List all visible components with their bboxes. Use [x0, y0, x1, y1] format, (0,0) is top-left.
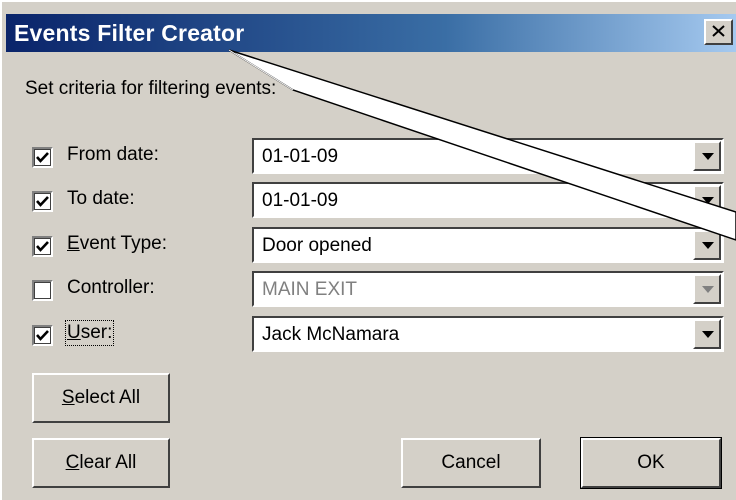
- check-icon: [36, 196, 49, 207]
- chevron-down-icon: [702, 242, 714, 249]
- clear-all-button[interactable]: Clear All: [32, 438, 170, 488]
- to-date-value: 01-01-09: [262, 190, 339, 211]
- chevron-down-icon: [702, 153, 714, 160]
- event-type-label[interactable]: Event Type:: [67, 233, 167, 255]
- cancel-button[interactable]: Cancel: [401, 438, 541, 488]
- controller-checkbox[interactable]: [32, 280, 53, 301]
- select-all-mnemonic: S: [61, 387, 75, 408]
- event-type-mnemonic: E: [67, 233, 80, 254]
- from-date-dropdown-button[interactable]: [693, 141, 721, 171]
- to-date-checkbox[interactable]: [32, 191, 53, 212]
- event-type-dropdown-button[interactable]: [693, 230, 721, 260]
- from-date-checkbox[interactable]: [32, 147, 53, 168]
- check-icon: [36, 330, 49, 341]
- from-date-combo[interactable]: 01-01-09: [252, 138, 724, 174]
- select-all-label: elect All: [74, 387, 141, 408]
- clear-all-label: lear All: [79, 452, 137, 473]
- to-date-label[interactable]: To date:: [67, 188, 135, 210]
- from-date-value: 01-01-09: [262, 146, 339, 167]
- user-checkbox[interactable]: [32, 325, 53, 346]
- chevron-down-icon: [702, 286, 714, 293]
- user-dropdown-button[interactable]: [693, 319, 721, 349]
- chevron-down-icon: [702, 197, 714, 204]
- controller-value: MAIN EXIT: [262, 279, 358, 300]
- instructions-text: Set criteria for filtering events:: [25, 78, 277, 99]
- event-type-checkbox[interactable]: [32, 236, 53, 257]
- controller-combo[interactable]: MAIN EXIT: [252, 271, 724, 307]
- event-type-combo[interactable]: Door opened: [252, 227, 724, 263]
- dialog-window: Events Filter Creator Set criteria for f…: [0, 0, 736, 500]
- check-icon: [36, 152, 49, 163]
- select-all-button[interactable]: Select All: [32, 373, 170, 423]
- clear-all-mnemonic: C: [65, 452, 80, 473]
- check-icon: [36, 241, 49, 252]
- title-bar[interactable]: Events Filter Creator: [6, 14, 736, 52]
- event-type-label-rest: vent Type:: [79, 233, 168, 254]
- user-label-rest: ser:: [80, 322, 113, 343]
- window-title: Events Filter Creator: [14, 20, 245, 46]
- user-label[interactable]: User:: [64, 320, 115, 346]
- user-value: Jack McNamara: [262, 324, 400, 345]
- close-icon: [712, 25, 725, 37]
- controller-label[interactable]: Controller:: [67, 277, 155, 299]
- event-type-value: Door opened: [262, 235, 372, 256]
- user-combo[interactable]: Jack McNamara: [252, 316, 724, 352]
- close-button[interactable]: [704, 19, 733, 45]
- to-date-combo[interactable]: 01-01-09: [252, 182, 724, 218]
- user-mnemonic: U: [67, 322, 81, 343]
- to-date-dropdown-button[interactable]: [693, 185, 721, 215]
- ok-button[interactable]: OK: [580, 437, 722, 489]
- from-date-label[interactable]: From date:: [67, 144, 159, 166]
- chevron-down-icon: [702, 331, 714, 338]
- controller-dropdown-button[interactable]: [693, 274, 721, 304]
